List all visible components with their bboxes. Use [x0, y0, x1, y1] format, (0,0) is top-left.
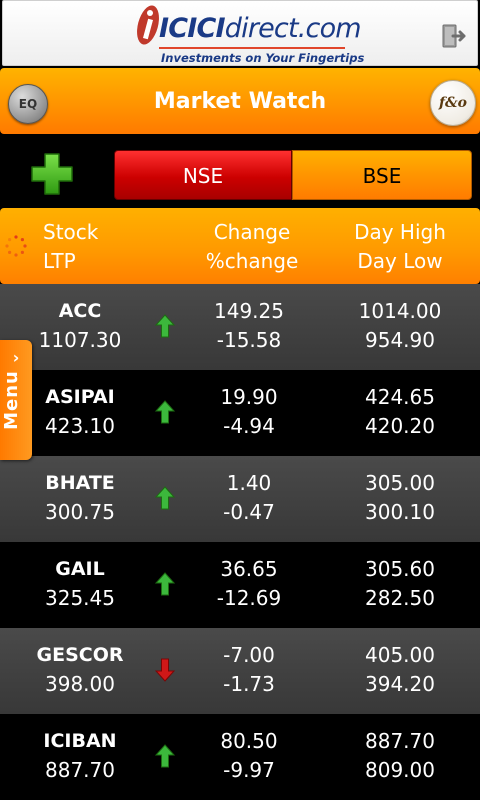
stock-name: GAIL: [55, 558, 105, 580]
stock-row[interactable]: ICIBAN 887.70 80.50 -9.97 887.70 809.00: [0, 714, 480, 800]
header-change[interactable]: Change %change: [180, 218, 324, 276]
header-day-high-label: Day High: [354, 220, 446, 244]
stock-row[interactable]: ASIPAI 423.10 19.90 -4.94 424.65 420.20: [0, 370, 480, 456]
stock-day-low: 809.00: [365, 758, 435, 782]
stock-change: 149.25: [214, 299, 284, 323]
stock-day-low: 420.20: [365, 414, 435, 438]
exchange-tab-bse[interactable]: BSE: [292, 150, 472, 200]
stock-day-high: 405.00: [365, 643, 435, 667]
header-day-low-label: Day Low: [357, 249, 443, 273]
stock-pct-change: -1.73: [223, 672, 275, 696]
stock-ltp: 887.70: [45, 758, 115, 782]
logo-wordmark: ICICIdirect.com: [159, 13, 362, 44]
trend-up-icon: [155, 486, 175, 510]
icici-direct-logo: ICICIdirect.com Investments on Your Fing…: [135, 3, 365, 65]
stock-day-low: 394.20: [365, 672, 435, 696]
logo-tagline: Investments on Your Fingertips: [161, 51, 365, 65]
stock-change: 80.50: [220, 729, 278, 753]
stock-name: ACC: [58, 300, 102, 322]
side-menu-tab[interactable]: › Menu: [0, 340, 32, 460]
trend-up-icon: [155, 314, 175, 338]
trend-up-icon: [155, 744, 175, 768]
stock-day-low: 954.90: [365, 328, 435, 352]
header-pct-change-label: %change: [205, 249, 299, 273]
header-ltp-label: LTP: [43, 249, 76, 273]
stock-day-high: 887.70: [365, 729, 435, 753]
stock-name: GESCOR: [36, 644, 124, 666]
stock-name: BHATE: [45, 472, 115, 494]
header-stock-label: Stock: [43, 220, 99, 244]
stock-row[interactable]: GAIL 325.45 36.65 -12.69 305.60 282.50: [0, 542, 480, 628]
stock-change: 36.65: [220, 557, 278, 581]
column-header: Stock LTP Change %change Day High Day Lo…: [0, 208, 480, 284]
stock-change: -7.00: [223, 643, 275, 667]
trend-up-icon: [155, 572, 175, 596]
stock-pct-change: -9.97: [223, 758, 275, 782]
stock-ltp: 325.45: [45, 586, 115, 610]
stock-pct-change: -4.94: [223, 414, 275, 438]
fo-button[interactable]: f&o: [430, 80, 476, 126]
page-title: Market Watch: [153, 89, 327, 114]
logo-icici-text: ICICI: [159, 13, 226, 44]
stock-day-low: 300.10: [365, 500, 435, 524]
header-day-range[interactable]: Day High Day Low: [340, 218, 460, 276]
stock-day-high: 1014.00: [358, 299, 442, 323]
app-logo-bar: ICICIdirect.com Investments on Your Fing…: [2, 0, 478, 66]
refresh-spinner-icon[interactable]: [4, 234, 28, 258]
stock-ltp: 300.75: [45, 500, 115, 524]
stock-pct-change: -12.69: [216, 586, 282, 610]
exchange-tab-nse[interactable]: NSE: [114, 150, 292, 200]
header-stock-ltp[interactable]: Stock LTP: [43, 218, 98, 276]
trend-up-icon: [155, 400, 175, 424]
stock-day-high: 305.60: [365, 557, 435, 581]
logout-icon[interactable]: [441, 23, 467, 49]
eq-button[interactable]: EQ: [8, 84, 48, 124]
logo-direct-text: direct.com: [224, 13, 362, 44]
stock-day-high: 305.00: [365, 471, 435, 495]
title-bar: Market Watch EQ f&o: [0, 68, 480, 134]
stock-row[interactable]: ACC 1107.30 149.25 -15.58 1014.00 954.90: [0, 284, 480, 370]
add-stock-icon[interactable]: [30, 152, 74, 196]
stock-change: 1.40: [226, 471, 272, 495]
stock-ltp: 398.00: [45, 672, 115, 696]
logo-underline: [159, 47, 345, 49]
stock-name: ICIBAN: [43, 730, 117, 752]
icici-i-emblem: [137, 5, 159, 45]
stock-day-high: 424.65: [365, 385, 435, 409]
stock-change: 19.90: [220, 385, 278, 409]
stock-list: ACC 1107.30 149.25 -15.58 1014.00 954.90…: [0, 284, 480, 800]
stock-row[interactable]: BHATE 300.75 1.40 -0.47 305.00 300.10: [0, 456, 480, 542]
stock-day-low: 282.50: [365, 586, 435, 610]
header-change-label: Change: [213, 220, 291, 244]
stock-row[interactable]: GESCOR 398.00 -7.00 -1.73 405.00 394.20: [0, 628, 480, 714]
stock-pct-change: -15.58: [216, 328, 282, 352]
trend-down-icon: [155, 658, 175, 682]
menu-label: Menu: [1, 370, 22, 430]
stock-pct-change: -0.47: [223, 500, 275, 524]
